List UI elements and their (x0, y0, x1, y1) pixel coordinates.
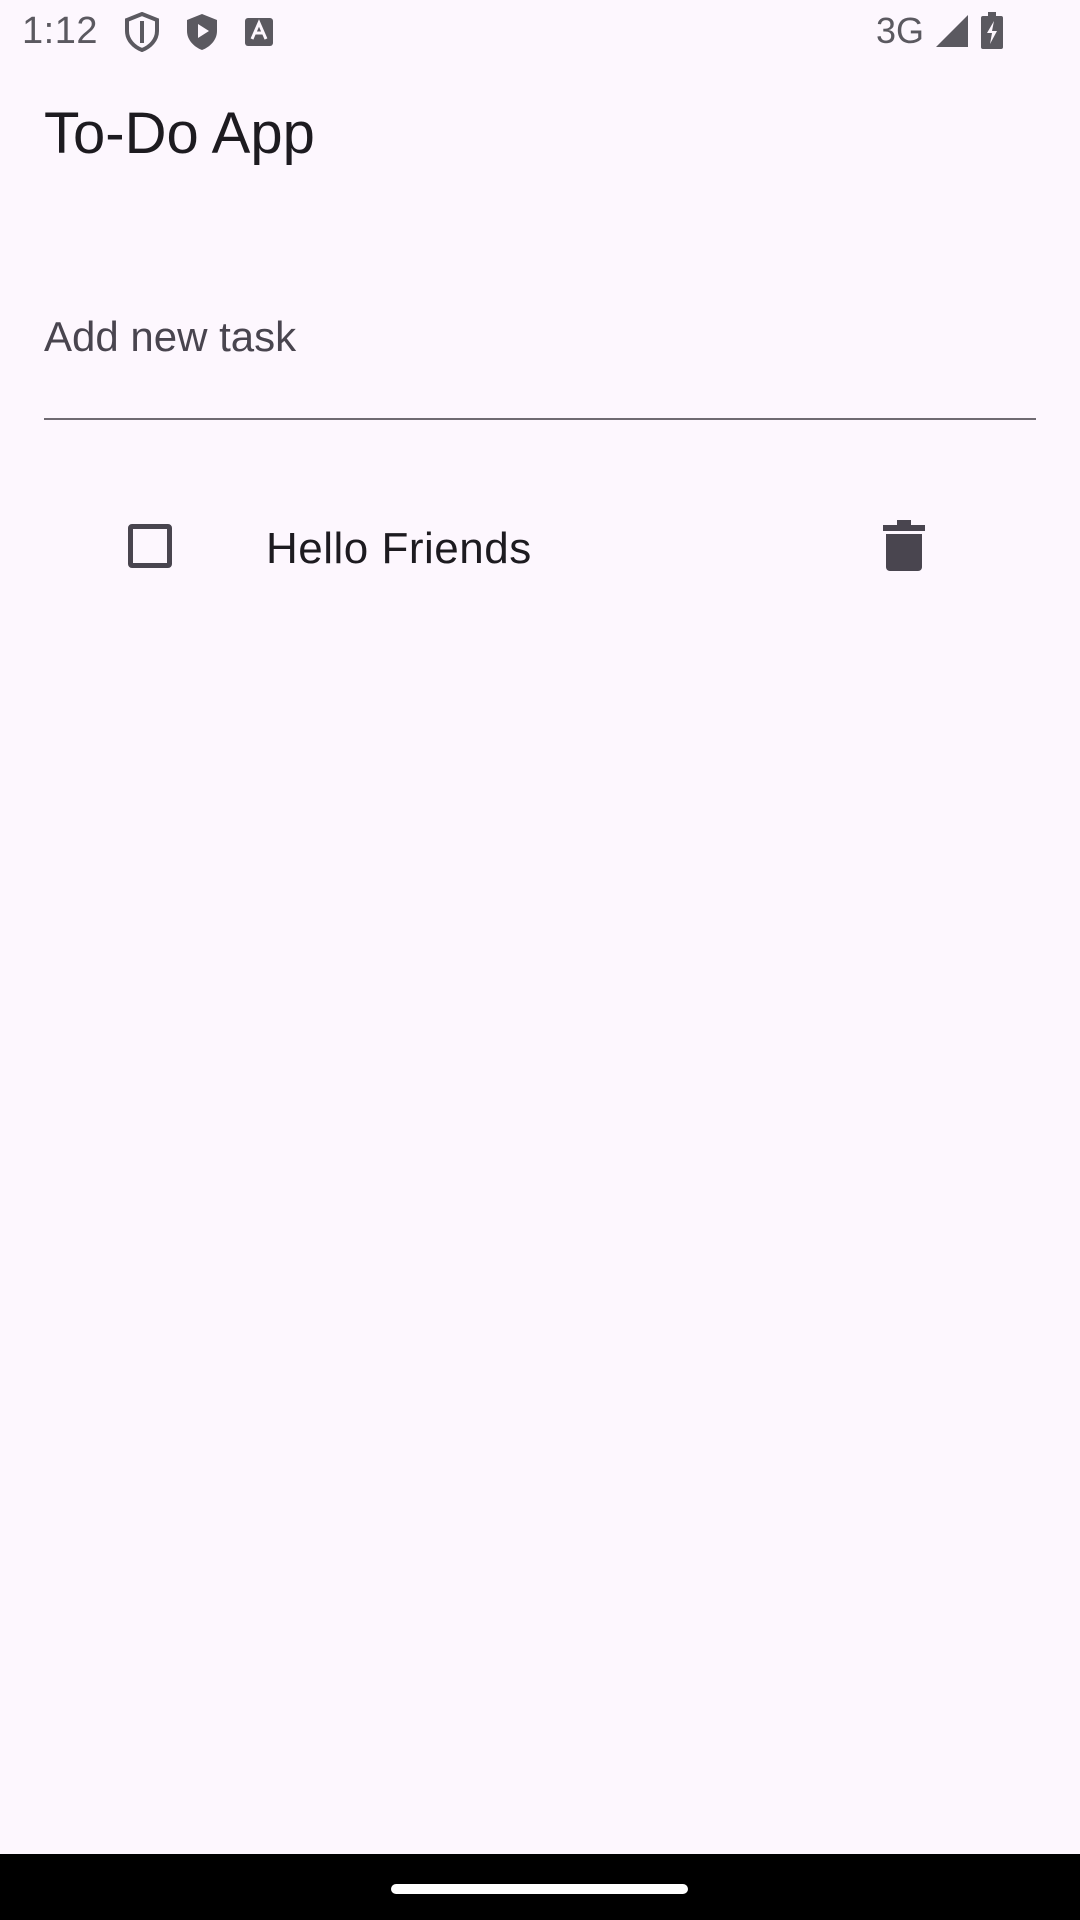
status-system-icons: 3G (876, 10, 1004, 52)
network-type: 3G (875, 10, 924, 51)
task-label: Hello Friends (266, 524, 532, 573)
task-item: Hello Friends (0, 490, 1080, 610)
task-list: Hello Friends (0, 490, 1080, 610)
new-task-field[interactable] (44, 300, 1036, 420)
task-checkbox[interactable] (128, 524, 172, 568)
trash-icon (883, 520, 925, 572)
battery-charging-icon (980, 12, 1004, 50)
page-title: To-Do App (44, 101, 315, 166)
navigation-bar (0, 1854, 1080, 1920)
delete-task-button[interactable] (870, 508, 938, 584)
new-task-input[interactable] (44, 312, 1036, 362)
status-notification-icons (124, 12, 274, 52)
home-gesture-handle[interactable] (391, 1884, 688, 1894)
text-a-icon (244, 17, 274, 47)
status-time: 1:12 (22, 10, 98, 52)
signal-icon (934, 13, 970, 49)
shield-play-icon (184, 12, 220, 52)
status-bar: 1:12 3G (0, 0, 1080, 66)
shield-outline-icon (124, 12, 160, 52)
